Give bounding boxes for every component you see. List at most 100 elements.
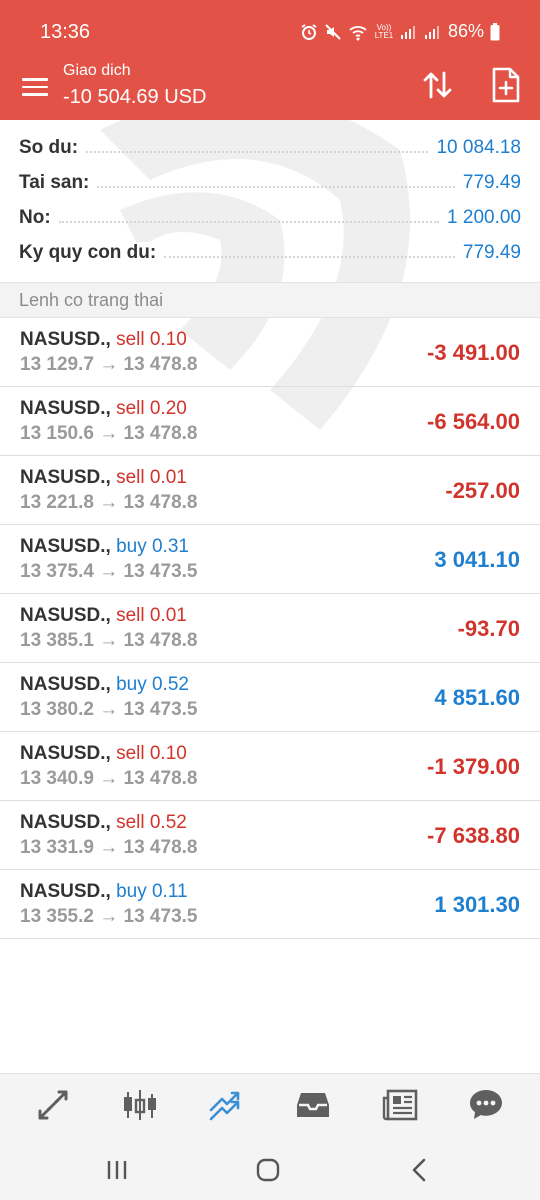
summary-label: No: xyxy=(19,206,59,229)
position-header: NASUSD., sell 0.01 xyxy=(20,605,187,627)
battery-percent: 86% xyxy=(447,21,484,41)
nav-chat[interactable] xyxy=(468,1088,504,1122)
network-label: Vo)) LTE1 xyxy=(374,22,394,40)
summary-label: So du: xyxy=(19,136,87,159)
position-prices: 13 385.1 → 13 478.8 xyxy=(20,630,198,651)
candlestick-chart-icon xyxy=(124,1090,156,1120)
position-symbol: NASUSD., xyxy=(20,674,111,695)
back-button[interactable] xyxy=(404,1155,434,1185)
alarm-icon xyxy=(300,23,318,41)
hamburger-icon-line xyxy=(22,78,48,81)
nav-quotes[interactable] xyxy=(35,1088,71,1122)
position-header: NASUSD., buy 0.31 xyxy=(20,536,189,558)
summary-value: 10 084.18 xyxy=(428,136,521,159)
position-symbol: NASUSD., xyxy=(20,881,111,902)
menu-button[interactable] xyxy=(22,72,52,102)
signal-icon xyxy=(400,24,418,40)
position-prices: 13 221.8 → 13 478.8 xyxy=(20,492,198,513)
position-header: NASUSD., sell 0.10 xyxy=(20,743,187,765)
summary-value: 779.49 xyxy=(454,171,521,194)
status-icons: Vo)) LTE1 86% xyxy=(300,21,500,42)
position-type: sell 0.10 xyxy=(116,329,187,350)
position-header: NASUSD., sell 0.10 xyxy=(20,329,187,351)
nav-news[interactable] xyxy=(382,1088,418,1122)
account-summary: So du: 10 084.18 Tai san: 779.49 No: 1 2… xyxy=(0,130,540,270)
position-row[interactable]: NASUSD., sell 0.01 13 221.8 → 13 478.8 -… xyxy=(0,456,540,525)
position-header: NASUSD., buy 0.52 xyxy=(20,674,189,696)
new-order-button[interactable] xyxy=(490,66,522,104)
position-symbol: NASUSD., xyxy=(20,743,111,764)
summary-row-free-margin: Ky quy con du: 779.49 xyxy=(0,235,540,270)
position-row[interactable]: NASUSD., buy 0.52 13 380.2 → 13 473.5 4 … xyxy=(0,663,540,732)
position-row[interactable]: NASUSD., sell 0.52 13 331.9 → 13 478.8 -… xyxy=(0,801,540,870)
position-type: sell 0.01 xyxy=(116,467,187,488)
chat-bubble-icon xyxy=(470,1090,502,1119)
summary-row-balance: So du: 10 084.18 xyxy=(0,130,540,165)
position-symbol: NASUSD., xyxy=(20,467,111,488)
trade-trend-icon xyxy=(209,1091,240,1121)
position-prices: 13 331.9 → 13 478.8 xyxy=(20,837,198,858)
position-symbol: NASUSD., xyxy=(20,605,111,626)
position-row[interactable]: NASUSD., sell 0.10 13 340.9 → 13 478.8 -… xyxy=(0,732,540,801)
header: 13:36 Vo)) LTE1 86% Giao dich -10 504.69… xyxy=(0,0,540,120)
signal-icon-2 xyxy=(424,24,442,40)
position-row[interactable]: NASUSD., sell 0.01 13 385.1 → 13 478.8 -… xyxy=(0,594,540,663)
position-profit: 4 851.60 xyxy=(434,685,520,710)
position-type: sell 0.52 xyxy=(116,812,187,833)
summary-value: 779.49 xyxy=(454,241,521,264)
position-profit: -7 638.80 xyxy=(427,823,520,848)
sort-arrows-icon xyxy=(423,71,452,99)
position-profit: -6 564.00 xyxy=(427,409,520,434)
position-prices: 13 150.6 → 13 478.8 xyxy=(20,423,198,444)
home-button[interactable] xyxy=(253,1155,283,1185)
position-header: NASUSD., sell 0.52 xyxy=(20,812,187,834)
positions-section-header: Lenh co trang thai xyxy=(0,282,540,318)
position-header: NASUSD., sell 0.01 xyxy=(20,467,187,489)
position-profit: 3 041.10 xyxy=(434,547,520,572)
summary-label: Ky quy con du: xyxy=(19,241,165,264)
position-row[interactable]: NASUSD., buy 0.31 13 375.4 → 13 473.5 3 … xyxy=(0,525,540,594)
position-header: NASUSD., buy 0.11 xyxy=(20,881,188,903)
dotted-leader xyxy=(97,185,455,188)
mute-icon xyxy=(324,23,342,41)
dotted-leader xyxy=(58,220,440,223)
bottom-nav xyxy=(0,1073,540,1135)
account-balance: -10 504.69 USD xyxy=(63,86,207,108)
hamburger-icon-line xyxy=(22,93,48,96)
summary-value: 1 200.00 xyxy=(439,206,521,229)
nav-chart[interactable] xyxy=(122,1088,158,1122)
status-time: 13:36 xyxy=(40,21,91,43)
add-document-icon xyxy=(492,67,520,103)
nav-history[interactable] xyxy=(295,1088,331,1122)
position-prices: 13 129.7 → 13 478.8 xyxy=(20,354,198,375)
position-prices: 13 340.9 → 13 478.8 xyxy=(20,768,198,789)
position-type: sell 0.20 xyxy=(116,398,187,419)
sort-button[interactable] xyxy=(421,68,455,102)
position-symbol: NASUSD., xyxy=(20,812,111,833)
position-profit: -93.70 xyxy=(457,616,520,641)
position-symbol: NASUSD., xyxy=(20,398,111,419)
news-icon xyxy=(382,1089,418,1121)
wifi-icon xyxy=(348,23,368,41)
status-bar: 13:36 Vo)) LTE1 86% xyxy=(0,0,540,60)
summary-row-equity: Tai san: 779.49 xyxy=(0,165,540,200)
app-bar: Giao dich -10 504.69 USD xyxy=(0,60,540,120)
position-row[interactable]: NASUSD., sell 0.20 13 150.6 → 13 478.8 -… xyxy=(0,387,540,456)
home-icon xyxy=(256,1158,280,1182)
position-symbol: NASUSD., xyxy=(20,536,111,557)
position-row[interactable]: NASUSD., sell 0.10 13 129.7 → 13 478.8 -… xyxy=(0,318,540,387)
summary-row-margin: No: 1 200.00 xyxy=(0,200,540,235)
position-row[interactable]: NASUSD., buy 0.11 13 355.2 → 13 473.5 1 … xyxy=(0,870,540,939)
inbox-tray-icon xyxy=(297,1093,329,1117)
hamburger-icon-line xyxy=(22,85,48,89)
position-prices: 13 380.2 → 13 473.5 xyxy=(20,699,198,720)
recents-button[interactable] xyxy=(102,1155,132,1185)
position-type: buy 0.11 xyxy=(116,881,188,902)
position-profit: -3 491.00 xyxy=(427,340,520,365)
recents-icon xyxy=(107,1161,127,1179)
system-nav-bar xyxy=(0,1135,540,1200)
summary-label: Tai san: xyxy=(19,171,98,194)
position-prices: 13 375.4 → 13 473.5 xyxy=(20,561,198,582)
nav-trade[interactable] xyxy=(208,1088,244,1122)
back-chevron-icon xyxy=(412,1158,426,1182)
